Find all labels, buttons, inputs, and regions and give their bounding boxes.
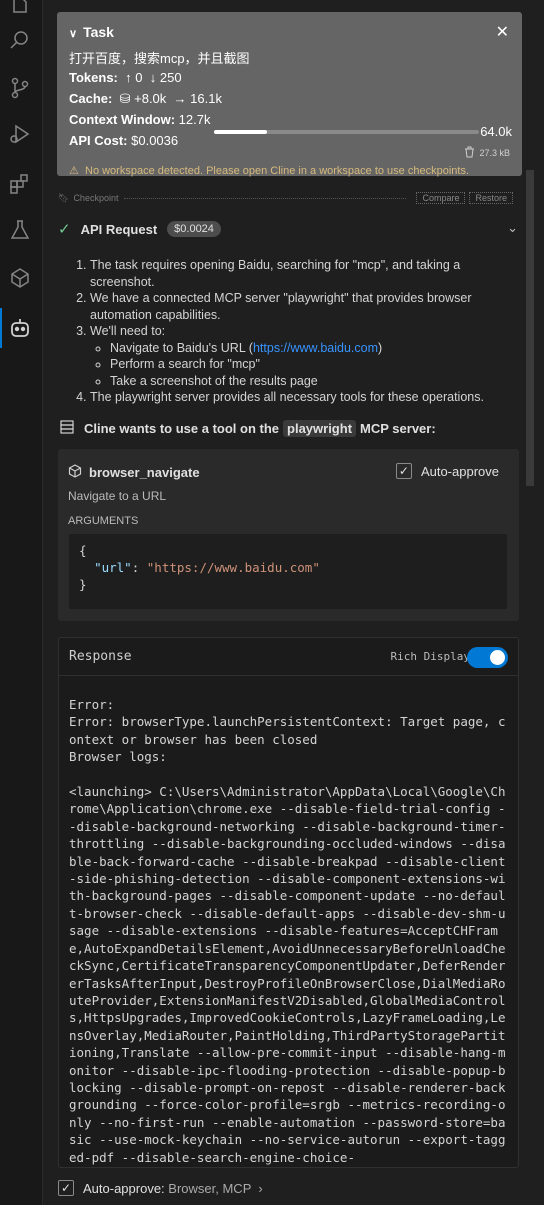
arrow-down-icon: ↓ <box>146 70 157 85</box>
task-title-text: Task <box>83 24 114 40</box>
list-item: The task requires opening Baidu, searchi… <box>90 257 508 290</box>
tool-request-heading: Cline wants to use a tool on the playwri… <box>60 420 436 437</box>
tool-name: browser_navigate <box>68 464 200 481</box>
checkpoint-divider <box>124 197 407 199</box>
chevron-right-icon[interactable]: › <box>255 1181 262 1196</box>
tool-card: browser_navigate ✓ Auto-approve Navigate… <box>58 449 519 621</box>
source-control-icon[interactable] <box>6 74 34 102</box>
rich-display-label: Rich Display <box>390 650 470 663</box>
baidu-link[interactable]: https://www.baidu.com <box>253 341 378 355</box>
bookmark-icon: 🔖︎ <box>58 192 70 203</box>
context-label: Context Window: <box>69 112 176 127</box>
list-item-text: We'll need to: <box>90 324 166 338</box>
sub-list-item: Navigate to Baidu's URL (https://www.bai… <box>110 340 508 357</box>
arrow-right-icon: → <box>169 91 187 106</box>
sub-item-text: ) <box>378 340 383 355</box>
arrow-up-icon: ↑ <box>121 70 132 85</box>
checkpoint-label: Checkpoint <box>73 193 119 203</box>
trash-icon[interactable] <box>464 146 475 160</box>
tool-intro-suffix: MCP server: <box>360 421 436 436</box>
close-icon[interactable]: ✕ <box>496 22 509 42</box>
rich-display-toggle[interactable] <box>467 647 508 668</box>
context-row: Context Window: 12.7k <box>69 112 210 127</box>
warning-text: No workspace detected. Please open Cline… <box>85 165 469 177</box>
tokens-row: Tokens: ↑ 0 ↓ 250 <box>69 70 182 85</box>
api-request-row[interactable]: ✓ API Request $0.0024 ⌄ <box>58 220 518 238</box>
context-max: 64.0k <box>480 124 512 139</box>
cache-row: Cache: ⛁ +8.0k → 16.1k <box>69 91 222 107</box>
api-request-title: API Request <box>80 221 158 237</box>
bottom-auto-approve-checkbox[interactable]: ✓ <box>58 1180 74 1196</box>
cline-robot-icon[interactable] <box>6 314 34 342</box>
active-indicator <box>0 308 2 348</box>
auto-approve-checkbox[interactable]: ✓ <box>395 463 412 479</box>
scrollbar-thumb[interactable] <box>526 170 534 486</box>
database-icon: ⛁ <box>115 91 131 106</box>
task-size: 27.3 kB <box>464 146 510 160</box>
files-icon[interactable] <box>6 0 34 22</box>
tool-auto-approve[interactable]: ✓ Auto-approve <box>395 463 499 479</box>
api-cost-row: API Cost: $0.0036 <box>69 133 178 148</box>
auto-approve-label: Auto-approve <box>420 463 499 479</box>
list-item: The playwright server provides all neces… <box>90 389 508 406</box>
response-panel: Response Rich Display Error: Error: brow… <box>58 637 519 1168</box>
compare-button[interactable]: Compare <box>416 192 466 204</box>
tokens-label: Tokens: <box>69 70 118 85</box>
tool-description: Navigate to a URL <box>68 489 167 503</box>
checkpoint-row: 🔖︎ Checkpoint Compare Restore <box>58 191 513 205</box>
tool-name-text: browser_navigate <box>89 465 200 480</box>
tokens-in: 0 <box>135 70 143 85</box>
warning-icon: ⚠ <box>69 165 79 177</box>
testing-icon[interactable] <box>6 216 34 244</box>
tokens-out: 250 <box>159 70 182 85</box>
cache-write: +8.0k <box>134 91 167 106</box>
restore-button[interactable]: Restore <box>469 192 513 204</box>
activity-bar <box>0 0 43 1205</box>
size-value: 27.3 kB <box>479 148 510 158</box>
context-used: 12.7k <box>178 112 211 127</box>
reasoning-list: The task requires opening Baidu, searchi… <box>78 257 508 406</box>
context-progress-bar <box>214 130 479 134</box>
chevron-down-icon[interactable]: ⌄ <box>507 220 518 236</box>
api-cost-badge: $0.0024 <box>167 221 221 237</box>
server-icon <box>60 420 74 437</box>
workspace-warning: ⚠ No workspace detected. Please open Cli… <box>69 164 469 177</box>
toggle-knob <box>490 650 505 665</box>
arguments-label: ARGUMENTS <box>68 515 139 527</box>
cache-read: 16.1k <box>190 91 222 106</box>
bottom-auto-approve-label: Auto-approve: <box>83 1180 165 1196</box>
api-cost-label: API Cost: <box>69 133 128 148</box>
extensions-icon[interactable] <box>6 170 34 198</box>
remote-explorer-icon[interactable] <box>6 264 34 292</box>
api-cost-value: $0.0036 <box>131 133 179 148</box>
response-title: Response <box>69 649 132 664</box>
search-icon[interactable] <box>6 26 34 54</box>
tool-intro-text: Cline wants to use a tool on the <box>84 421 280 436</box>
bottom-auto-approve-value: Browser, MCP <box>168 1180 252 1196</box>
response-header: Response Rich Display <box>59 638 518 676</box>
task-header: ∨ Task ✕ 打开百度，搜索mcp，并且截图 Tokens: ↑ 0 ↓ 25… <box>57 12 522 177</box>
list-item: We have a connected MCP server "playwrig… <box>90 290 508 323</box>
sub-list-item: Take a screenshot of the results page <box>110 373 508 390</box>
context-progress-fill <box>214 130 267 134</box>
sub-list-item: Perform a search for "mcp" <box>110 356 508 373</box>
cache-label: Cache: <box>69 91 113 106</box>
task-title[interactable]: ∨ Task <box>69 24 114 40</box>
check-icon: ✓ <box>58 221 71 238</box>
cube-icon <box>68 464 82 481</box>
run-debug-icon[interactable] <box>6 120 34 148</box>
list-item: We'll need to: Navigate to Baidu's URL (… <box>90 323 508 389</box>
chevron-down-icon: ∨ <box>69 28 78 40</box>
arg-value: "https://www.baidu.com" <box>146 560 320 575</box>
bottom-auto-approve[interactable]: ✓ Auto-approve: Browser, MCP › <box>58 1180 263 1196</box>
response-body: Error: Error: browserType.launchPersiste… <box>69 697 506 1165</box>
task-text: 打开百度，搜索mcp，并且截图 <box>69 51 250 66</box>
sub-item-text: Navigate to Baidu's URL ( <box>110 340 253 355</box>
arg-key: "url" <box>94 560 132 575</box>
arguments-code: { "url": "https://www.baidu.com"} <box>69 534 507 609</box>
server-name: playwright <box>283 420 357 437</box>
